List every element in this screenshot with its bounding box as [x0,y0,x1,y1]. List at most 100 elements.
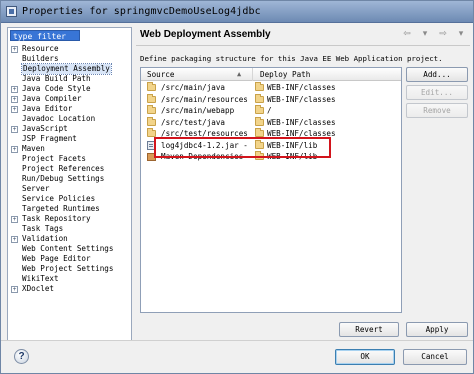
cancel-button[interactable]: Cancel [403,349,467,365]
help-icon[interactable]: ? [14,349,29,364]
add-button[interactable]: Add... [406,67,468,82]
apply-button[interactable]: Apply [406,322,468,337]
tree-item-javadoc-location[interactable]: Javadoc Location [10,114,130,124]
tree-item-project-facets[interactable]: Project Facets [10,154,130,164]
tree-item-label: Builders [22,54,59,63]
sort-ascending-icon: ▲ [237,70,242,78]
tree-item-java-editor[interactable]: + Java Editor [10,104,130,114]
tree-item-label: Resource [22,44,59,53]
back-arrow-icon[interactable]: ⇦ [400,29,414,39]
back-menu-chevron-icon[interactable]: ▾ [418,29,432,39]
tree-item-deployment-assembly[interactable]: Deployment Assembly [10,63,130,75]
expand-icon[interactable]: + [11,146,18,153]
tree-item-task-tags[interactable]: Task Tags [10,224,130,234]
tree-item-builders[interactable]: Builders [10,54,130,64]
tree-item-label: XDoclet [22,284,55,293]
property-page: Web Deployment Assembly ⇦ ▾ ⇨ ▾ Define p… [136,27,470,341]
source-cell: /src/main/java [161,83,226,92]
tree-item-validation[interactable]: + Validation [10,234,130,244]
table-row[interactable]: /src/test/java WEB-INF/classes [141,116,401,129]
source-cell: /src/test/java [161,117,226,127]
tree-item-label: Maven [22,144,45,153]
expand-icon[interactable]: + [11,126,18,133]
category-tree: + Resource Builders Deployment Assembly J… [10,44,130,294]
ok-button[interactable]: OK [335,349,395,365]
tree-item-task-repository[interactable]: + Task Repository [10,214,130,224]
window-title: Properties for springmvcDemoUseLog4jdbc [22,6,261,17]
column-header-label: Source [147,70,175,79]
expand-icon[interactable]: + [11,86,18,93]
source-cell: /src/main/webapp [161,106,235,115]
tree-item-label: Web Content Settings [22,244,114,253]
folder-icon [255,116,264,126]
tree-item-server[interactable]: Server [10,184,130,194]
tree-item-label: Javadoc Location [22,114,96,123]
column-header-deploy-path[interactable]: Deploy Path [254,68,401,81]
tree-item-label: Validation [22,234,68,243]
folder-icon [255,82,264,91]
expand-icon[interactable]: + [11,286,18,293]
window-icon [6,6,17,17]
tree-item-label: Web Page Editor [22,254,91,263]
folder-icon [147,116,156,126]
expand-icon[interactable]: + [11,46,18,53]
tree-item-label: Java Compiler [22,94,82,103]
tree-item-xdoclet[interactable]: + XDoclet [10,284,130,294]
source-cell: /src/main/resources [161,94,248,104]
edit-button[interactable]: Edit... [406,85,468,100]
tree-item-javascript[interactable]: + JavaScript [10,124,130,134]
page-description: Define packaging structure for this Java… [140,54,443,63]
tree-item-java-compiler[interactable]: + Java Compiler [10,94,130,104]
table-row[interactable]: /src/main/resources WEB-INF/classes [141,93,401,106]
expand-icon[interactable]: + [11,106,18,113]
deploy-path-cell: WEB-INF/classes [267,117,336,127]
expand-icon[interactable]: + [11,96,18,103]
tree-item-web-page-editor[interactable]: Web Page Editor [10,254,130,264]
tree-item-web-project-settings[interactable]: Web Project Settings [10,264,130,274]
tree-item-targeted-runtimes[interactable]: Targeted Runtimes [10,204,130,214]
tree-item-maven[interactable]: + Maven [10,144,130,154]
forward-menu-chevron-icon[interactable]: ▾ [454,29,468,39]
tree-item-service-policies[interactable]: Service Policies [10,194,130,204]
highlight-annotation [154,137,331,158]
revert-button[interactable]: Revert [339,322,399,337]
table-header: Source ▲ Deploy Path [141,68,401,81]
button-bar-separator [1,340,473,341]
tree-item-label: Java Editor [22,104,73,113]
folder-icon [255,93,264,103]
deploy-path-cell: / [267,106,272,115]
remove-button[interactable]: Remove [406,103,468,118]
filter-input[interactable]: type filter text [10,30,80,52]
tree-item-jsp-fragment[interactable]: JSP Fragment [10,134,130,144]
folder-icon [147,93,156,103]
tree-item-run-debug-settings[interactable]: Run/Debug Settings [10,174,130,184]
tree-item-wikitext[interactable]: WikiText [10,274,130,284]
tree-item-label: Web Project Settings [22,264,114,273]
tree-item-label: JavaScript [22,124,68,133]
expand-icon[interactable]: + [11,216,18,223]
page-title: Web Deployment Assembly [140,29,271,40]
folder-icon [255,105,264,114]
table-row[interactable]: /src/main/java WEB-INF/classes [141,82,401,94]
tree-item-resource[interactable]: + Resource [10,44,130,54]
title-bar[interactable]: Properties for springmvcDemoUseLog4jdbc [1,1,473,23]
forward-arrow-icon[interactable]: ⇨ [436,29,450,39]
tree-item-label: Project Facets [22,154,87,163]
category-panel: type filter text + Resource Builders Depl… [7,27,132,341]
tree-item-label: Service Policies [22,194,96,203]
tree-item-label: Targeted Runtimes [22,204,100,213]
folder-icon [255,128,264,137]
expand-icon[interactable]: + [11,236,18,243]
tree-item-label: Java Code Style [22,84,91,93]
tree-item-project-references[interactable]: Project References [10,164,130,174]
folder-icon [147,105,156,114]
page-navigation: ⇦ ▾ ⇨ ▾ [400,29,468,39]
tree-item-label: JSP Fragment [22,134,77,143]
tree-item-java-code-style[interactable]: + Java Code Style [10,84,130,94]
tree-item-web-content-settings[interactable]: Web Content Settings [10,244,130,254]
deployment-table: Source ▲ Deploy Path /src/main/java WEB-… [140,67,402,313]
deploy-path-cell: WEB-INF/classes [267,94,336,104]
table-row[interactable]: /src/main/webapp / [141,105,401,117]
tree-item-java-build-path[interactable]: Java Build Path [10,74,130,84]
column-header-source[interactable]: Source ▲ [141,68,253,81]
